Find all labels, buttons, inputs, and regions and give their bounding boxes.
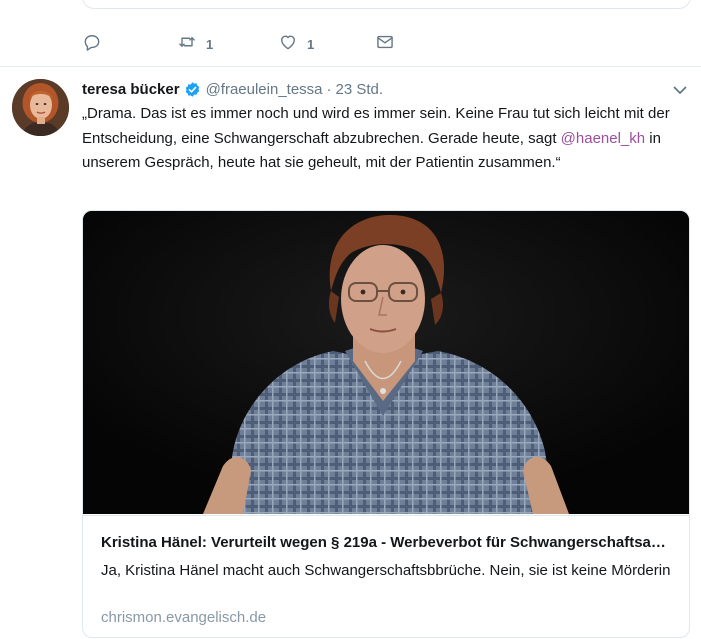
envelope-icon xyxy=(375,32,395,57)
heart-icon xyxy=(278,32,298,57)
card-title[interactable]: Kristina Hänel: Verurteilt wegen § 219a … xyxy=(101,533,671,553)
separator-dot: · xyxy=(326,80,332,98)
reply-button[interactable] xyxy=(82,32,177,56)
retweet-icon xyxy=(177,32,197,57)
mention-link[interactable]: @haenel_kh xyxy=(561,130,645,147)
avatar[interactable] xyxy=(12,79,69,136)
previous-tweet-card-edge[interactable] xyxy=(82,0,691,9)
tweet-header: teresa bücker @fraeulein_tessa · 23 Std. xyxy=(82,79,383,99)
author-handle[interactable]: @fraeulein_tessa xyxy=(206,81,323,98)
tweet-menu-button[interactable] xyxy=(672,82,688,98)
reply-icon xyxy=(82,32,102,57)
verified-badge-icon xyxy=(184,81,201,98)
author-name[interactable]: teresa bücker xyxy=(82,81,180,98)
card-image[interactable] xyxy=(83,211,689,514)
chevron-down-icon xyxy=(672,85,688,102)
retweet-button[interactable]: 1 xyxy=(177,32,278,56)
tweet-text: „Drama. Das ist es immer noch und wird e… xyxy=(82,102,692,176)
tweet-action-bar: 1 1 xyxy=(82,32,395,56)
tweet-divider xyxy=(0,66,701,67)
tweet-timestamp[interactable]: 23 Std. xyxy=(336,81,384,98)
retweet-count: 1 xyxy=(206,36,214,52)
direct-message-button[interactable] xyxy=(375,32,395,56)
card-description: Ja, Kristina Hänel macht auch Schwangers… xyxy=(101,562,671,579)
card-body[interactable]: Kristina Hänel: Verurteilt wegen § 219a … xyxy=(83,515,689,637)
like-count: 1 xyxy=(307,36,315,52)
link-preview-card[interactable]: Kristina Hänel: Verurteilt wegen § 219a … xyxy=(82,210,690,638)
like-button[interactable]: 1 xyxy=(278,32,375,56)
card-domain: chrismon.evangelisch.de xyxy=(101,609,267,626)
